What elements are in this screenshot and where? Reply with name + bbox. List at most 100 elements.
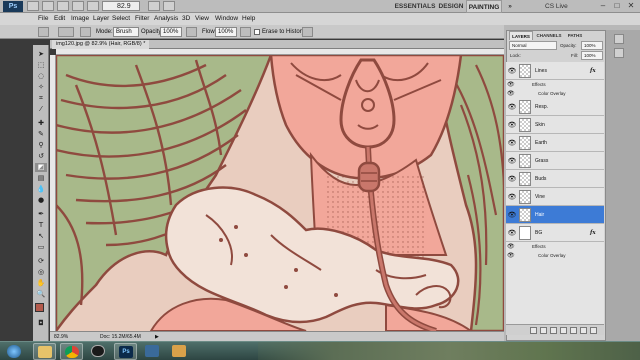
menu-analysis[interactable]: Analysis	[154, 13, 178, 25]
layer-row-bg[interactable]: 👁 BG fx	[506, 224, 604, 242]
visibility-eye-icon[interactable]: 👁	[507, 174, 517, 184]
dodge-tool-icon[interactable]: ●	[35, 196, 47, 205]
screen-mode-button[interactable]	[163, 1, 175, 11]
clone-stamp-tool-icon[interactable]: ⚲	[35, 141, 47, 150]
swatches-panel-icon[interactable]	[614, 48, 624, 58]
visibility-eye-icon[interactable]: 👁	[507, 138, 517, 148]
eyedropper-tool-icon[interactable]: ⁄	[35, 105, 47, 114]
arrange-documents-button[interactable]	[148, 1, 160, 11]
taskbar-explorer[interactable]	[33, 343, 56, 360]
lasso-tool-icon[interactable]: ◌	[35, 72, 47, 81]
hand-tool-icon[interactable]: ✋	[35, 279, 47, 288]
erase-to-history-checkbox[interactable]	[254, 29, 260, 35]
quick-mask-icon[interactable]: ◘	[35, 319, 47, 328]
layer-row-grass[interactable]: 👁 Grass	[506, 152, 604, 170]
menu-window[interactable]: Window	[215, 13, 238, 25]
brush-tool-icon[interactable]: ✎	[35, 130, 47, 139]
type-tool-icon[interactable]: T	[35, 221, 47, 230]
menu-filter[interactable]: Filter	[135, 13, 149, 25]
layer-effects-row[interactable]: 👁 Effects	[506, 242, 604, 251]
visibility-eye-icon[interactable]: 👁	[507, 156, 517, 166]
visibility-eye-icon[interactable]: 👁	[507, 66, 517, 76]
blend-mode-select[interactable]: Normal	[509, 41, 557, 50]
link-layers-icon[interactable]	[530, 327, 537, 334]
visibility-eye-icon[interactable]: 👁	[507, 120, 517, 130]
workspace-painting[interactable]: PAINTING	[466, 0, 502, 13]
pressure-opacity-icon[interactable]	[186, 27, 197, 37]
visibility-eye-icon[interactable]: 👁	[507, 102, 517, 112]
effects-eye-icon[interactable]: 👁	[507, 80, 515, 89]
menu-file[interactable]: File	[38, 13, 48, 25]
color-overlay-eye-icon[interactable]: 👁	[507, 251, 515, 260]
blur-tool-icon[interactable]: 💧	[35, 185, 47, 194]
document-canvas[interactable]	[56, 55, 504, 331]
color-overlay-row[interactable]: 👁 Color Overlay	[506, 251, 604, 260]
menu-select[interactable]: Select	[112, 13, 130, 25]
taskbar-chrome[interactable]	[60, 343, 83, 360]
pen-tool-icon[interactable]: ✒	[35, 210, 47, 219]
workspace-essentials[interactable]: ESSENTIALS	[392, 0, 438, 13]
color-overlay-row[interactable]: 👁 Color Overlay	[506, 89, 604, 98]
brush-size-picker[interactable]	[58, 27, 74, 37]
layer-row-hair[interactable]: 👁 Hair	[506, 206, 604, 224]
layer-row-buds[interactable]: 👁 Buds	[506, 170, 604, 188]
mini-bridge-button[interactable]	[42, 1, 54, 11]
fx-icon[interactable]: fx	[590, 224, 596, 242]
start-orb-button[interactable]	[2, 343, 28, 360]
document-tab[interactable]: img120.jpg @ 82.9% (Hair, RGB/8) *	[52, 40, 150, 49]
history-brush-tool-icon[interactable]: ↺	[35, 152, 47, 161]
tab-channels[interactable]: CHANNELS	[534, 31, 564, 40]
hand-tool-button[interactable]	[87, 1, 99, 11]
flow-field[interactable]: 100%	[215, 27, 237, 37]
layer-row-resp[interactable]: 👁 Resp.	[506, 98, 604, 116]
new-group-icon[interactable]	[570, 327, 577, 334]
quick-select-tool-icon[interactable]: ✧	[35, 83, 47, 92]
zoom-tool-icon[interactable]: 🔍	[35, 290, 47, 299]
zoom-level-select[interactable]: 82.9	[102, 1, 140, 11]
fill-field[interactable]: 100%	[581, 51, 603, 60]
crop-tool-icon[interactable]: ⌗	[35, 94, 47, 103]
color-overlay-eye-icon[interactable]: 👁	[507, 89, 515, 98]
taskbar-gallery[interactable]	[141, 343, 164, 360]
layer-effects-row[interactable]: 👁 Effects	[506, 80, 604, 89]
trash-icon[interactable]	[590, 327, 597, 334]
effects-eye-icon[interactable]: 👁	[507, 242, 515, 251]
path-selection-tool-icon[interactable]: ↖	[35, 232, 47, 241]
minimize-button[interactable]: –	[598, 1, 608, 11]
taskbar-media-player[interactable]	[87, 343, 110, 360]
airbrush-icon[interactable]	[240, 27, 251, 37]
menu-layer[interactable]: Layer	[93, 13, 109, 25]
3d-orbit-tool-icon[interactable]: ◎	[35, 268, 47, 277]
mode-select[interactable]: Brush	[113, 27, 139, 37]
marquee-tool-icon[interactable]: ⬚	[35, 61, 47, 70]
maximize-button[interactable]: □	[612, 1, 622, 11]
layer-row-earth[interactable]: 👁 Earth	[506, 134, 604, 152]
visibility-eye-icon[interactable]: 👁	[507, 192, 517, 202]
adjustment-layer-icon[interactable]	[560, 327, 567, 334]
workspace-design[interactable]: DESIGN	[438, 0, 464, 13]
healing-brush-tool-icon[interactable]: ✚	[35, 119, 47, 128]
layer-row-vine[interactable]: 👁 Vine	[506, 188, 604, 206]
shape-tool-icon[interactable]: ▭	[35, 243, 47, 252]
pressure-size-icon[interactable]	[302, 27, 313, 37]
eraser-preset-icon[interactable]	[38, 27, 49, 37]
add-mask-icon[interactable]	[550, 327, 557, 334]
close-button[interactable]: ✕	[626, 1, 636, 11]
foreground-color-swatch[interactable]	[35, 303, 44, 312]
more-workspaces-chevron-icon[interactable]: »	[505, 0, 515, 13]
zoom-tool-button[interactable]	[72, 1, 84, 11]
opacity-field[interactable]: 100%	[160, 27, 182, 37]
visibility-eye-icon[interactable]: 👁	[507, 210, 517, 220]
bridge-button[interactable]	[27, 1, 39, 11]
menu-help[interactable]: Help	[242, 13, 255, 25]
cs-live-button[interactable]: CS Live	[545, 0, 568, 13]
layer-opacity-field[interactable]: 100%	[581, 41, 603, 50]
new-layer-icon[interactable]	[580, 327, 587, 334]
menu-view[interactable]: View	[195, 13, 209, 25]
add-style-icon[interactable]	[540, 327, 547, 334]
taskbar-photoshop[interactable]: Ps	[114, 343, 137, 360]
eraser-tool-icon[interactable]: ◩	[35, 163, 47, 172]
layer-row-lines[interactable]: 👁 Lines fx	[506, 62, 604, 80]
3d-rotate-tool-icon[interactable]: ⟳	[35, 257, 47, 266]
color-panel-icon[interactable]	[614, 34, 624, 44]
